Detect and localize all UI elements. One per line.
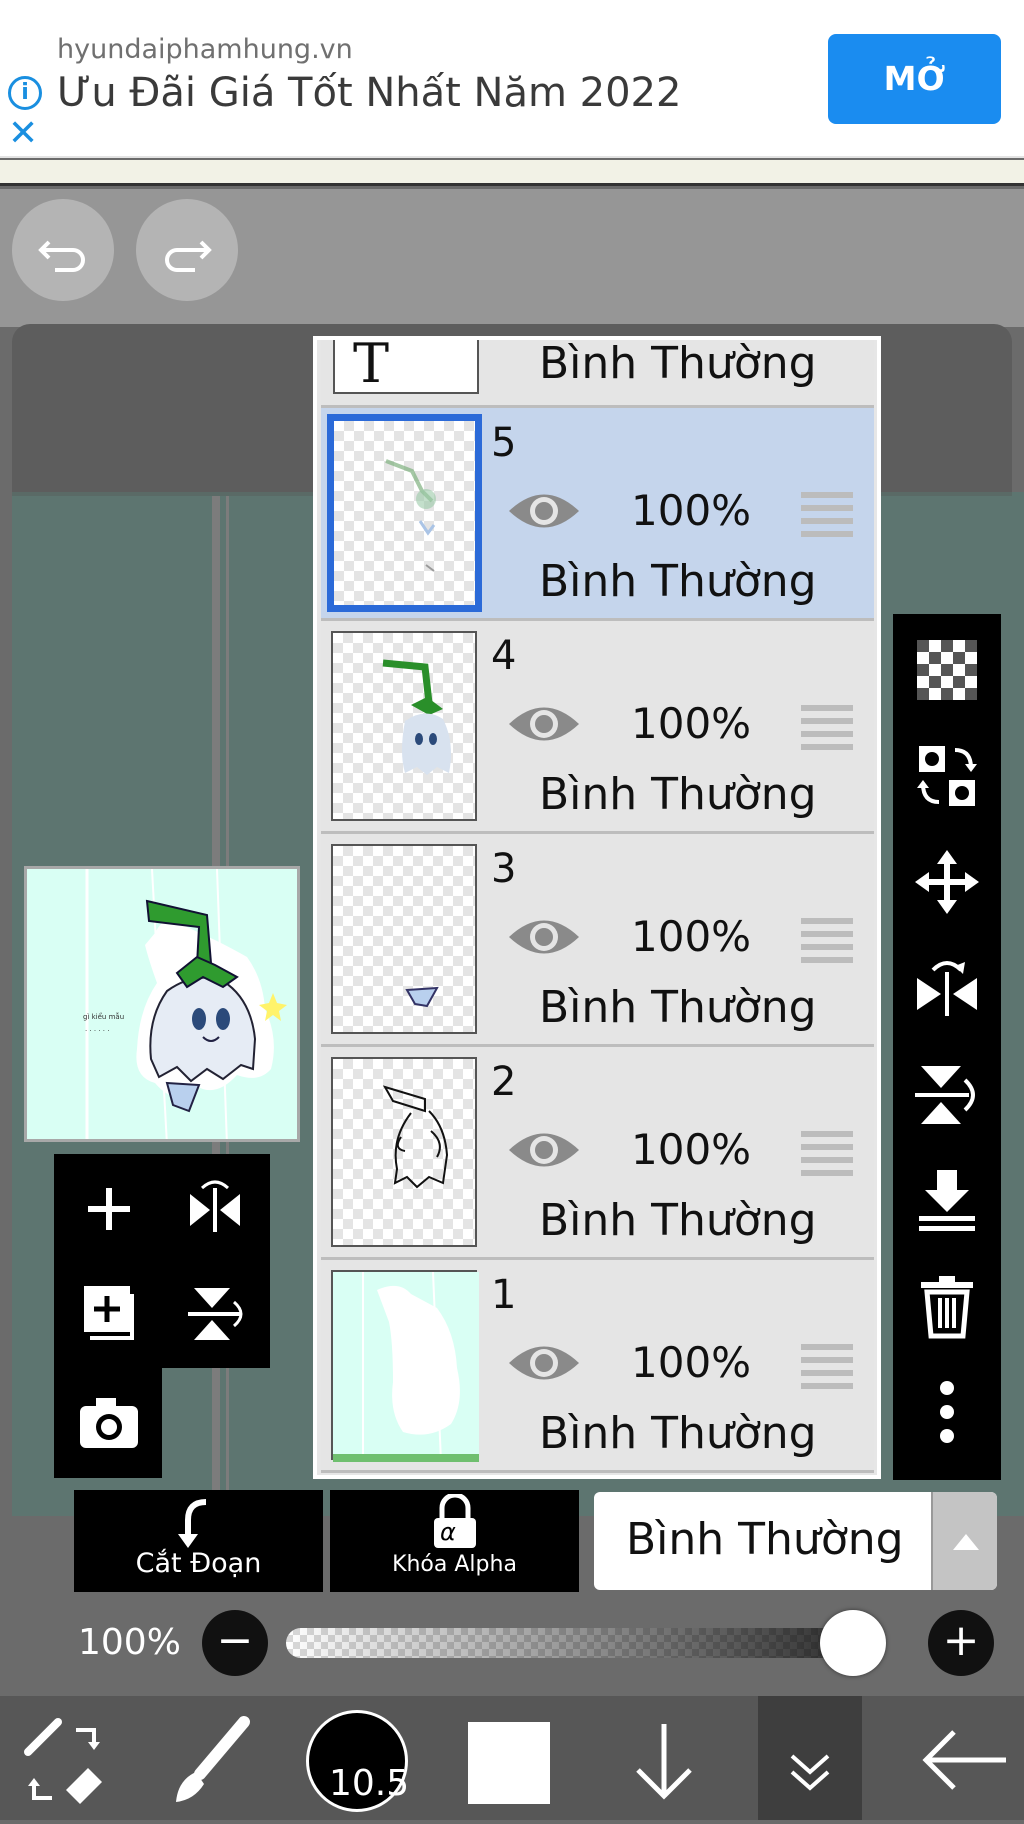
brush-eraser-toggle-icon[interactable] [14, 1696, 114, 1820]
opacity-value: 100% [78, 1622, 181, 1663]
drag-handle-icon[interactable] [801, 1344, 853, 1390]
alpha-lock-button[interactable]: α Khóa Alpha [330, 1490, 579, 1592]
alpha-symbol: α [440, 1518, 456, 1546]
add-layer-icon[interactable] [74, 1174, 144, 1244]
flip-v-icon[interactable] [180, 1278, 250, 1348]
layer-blend-mode: Bình Thường [539, 982, 817, 1033]
layer-opacity: 100% [631, 912, 752, 961]
clip-arrow-icon [178, 1499, 207, 1548]
drag-handle-icon[interactable] [801, 1131, 853, 1177]
add-copy-icon[interactable] [74, 1278, 144, 1348]
layer-row-4[interactable]: 4 100% Bình Thường [321, 621, 874, 834]
layer-row-5[interactable]: 5 100% Bình Thường [321, 408, 874, 621]
layer-row-2[interactable]: 2 100% Bình Thường [321, 1047, 874, 1260]
brush-icon[interactable] [160, 1696, 260, 1820]
double-chevron-down-icon [790, 1754, 830, 1791]
clip-label: Cắt Đoạn [135, 1548, 262, 1579]
more-icon[interactable] [913, 1378, 981, 1446]
camera-icon[interactable] [74, 1388, 144, 1458]
layer-row-text[interactable]: T Bình Thường [321, 336, 874, 408]
layer-blend-mode: Bình Thường [539, 556, 817, 607]
redo-button[interactable] [136, 199, 238, 301]
eye-icon[interactable] [505, 697, 583, 755]
eye-icon[interactable] [505, 910, 583, 968]
brush-size-button[interactable]: 10.5 [306, 1710, 410, 1812]
chevron-up-icon[interactable] [931, 1492, 997, 1590]
canvas-preview[interactable]: gì kiểu mẫu · · · · · · [24, 866, 300, 1142]
eye-icon[interactable] [505, 1123, 583, 1181]
drag-handle-icon[interactable] [801, 492, 853, 538]
opacity-slider[interactable] [286, 1628, 886, 1658]
clip-button[interactable]: Cắt Đoạn [74, 1490, 323, 1592]
redo-icon [165, 240, 212, 272]
undo-button[interactable] [12, 199, 114, 301]
layer-opacity: 100% [631, 1338, 752, 1387]
layer-opacity: 100% [631, 486, 752, 535]
color-swatch[interactable] [468, 1722, 550, 1804]
layer-opacity: 100% [631, 699, 752, 748]
swap-icon[interactable] [913, 742, 981, 810]
layer-row-3[interactable]: 3 100% Bình Thường [321, 834, 874, 1047]
left-tool-palette [54, 1154, 270, 1368]
layer-thumbnail[interactable] [331, 844, 477, 1034]
eye-icon[interactable] [505, 484, 583, 542]
transparent-icon[interactable] [913, 636, 981, 704]
eye-icon[interactable] [505, 1336, 583, 1394]
blend-mode-select[interactable]: Bình Thường [594, 1492, 997, 1590]
drag-handle-icon[interactable] [801, 918, 853, 964]
undo-icon [38, 240, 85, 272]
layers-panel[interactable]: T Bình Thường 5 100% Bình Thường 4 100% Bình … [313, 336, 881, 1479]
layer-blend-mode: Bình Thường [539, 1408, 817, 1459]
trash-icon[interactable] [913, 1272, 981, 1340]
ad-banner[interactable]: hyundaiphamhung.vn Ưu Đãi Giá Tốt Nhất N… [0, 0, 1024, 158]
opacity-slider-handle[interactable] [820, 1610, 886, 1676]
svg-text:· · · · · ·: · · · · · · [85, 1027, 109, 1035]
opacity-increase-button[interactable]: + [928, 1610, 994, 1676]
bottom-toolbar: 10.5 [0, 1696, 1024, 1820]
right-tool-palette [893, 614, 1001, 1480]
drag-handle-icon[interactable] [801, 705, 853, 751]
left-tool-palette-bottom [54, 1368, 162, 1478]
ad-headline[interactable]: Ưu Đãi Giá Tốt Nhất Năm 2022 [57, 70, 681, 116]
layer-number: 5 [491, 420, 517, 466]
opacity-decrease-button[interactable]: − [202, 1610, 268, 1676]
layer-blend-mode: Bình Thường [539, 769, 817, 820]
layer-blend-mode: Bình Thường [539, 338, 817, 389]
layer-blend-mode: Bình Thường [539, 1195, 817, 1246]
ghost-plant-artwork: gì kiểu mẫu · · · · · · [83, 869, 287, 1139]
layer-number: 1 [491, 1272, 517, 1318]
layer-number: 3 [491, 846, 517, 892]
alpha-lock-label: Khóa Alpha [392, 1552, 517, 1577]
layer-thumbnail[interactable] [331, 1270, 479, 1463]
flip-horizontal-icon[interactable] [913, 954, 981, 1022]
layer-opacity: 100% [631, 1125, 752, 1174]
text-layer-thumb: T [333, 336, 479, 395]
layer-thumbnail[interactable] [327, 414, 482, 612]
layer-row-1[interactable]: 1 100% Bình Thường [321, 1260, 874, 1473]
ad-domain: hyundaiphamhung.vn [57, 34, 353, 65]
back-arrow-icon[interactable] [910, 1696, 1020, 1820]
layer-thumbnail[interactable] [331, 631, 477, 821]
layers-toggle-button[interactable] [758, 1696, 862, 1820]
brush-size-value: 10.5 [329, 1763, 410, 1804]
ad-open-button[interactable]: MỞ [828, 34, 1001, 124]
ad-divider [0, 160, 1024, 186]
layer-number: 2 [491, 1059, 517, 1105]
svg-text:gì kiểu mẫu: gì kiểu mẫu [83, 1012, 124, 1021]
arrow-down-icon[interactable] [614, 1696, 714, 1820]
move-icon[interactable] [913, 848, 981, 916]
layer-thumbnail[interactable] [331, 1057, 477, 1247]
close-icon[interactable]: ✕ [8, 116, 38, 152]
text-layer-icon: T [353, 336, 390, 395]
layer-number: 4 [491, 633, 517, 679]
merge-down-icon[interactable] [913, 1166, 981, 1234]
info-icon[interactable]: i [8, 76, 42, 110]
flip-vertical-icon[interactable] [913, 1060, 981, 1128]
blend-mode-value: Bình Thường [626, 1514, 904, 1565]
flip-h-icon[interactable] [180, 1174, 250, 1244]
